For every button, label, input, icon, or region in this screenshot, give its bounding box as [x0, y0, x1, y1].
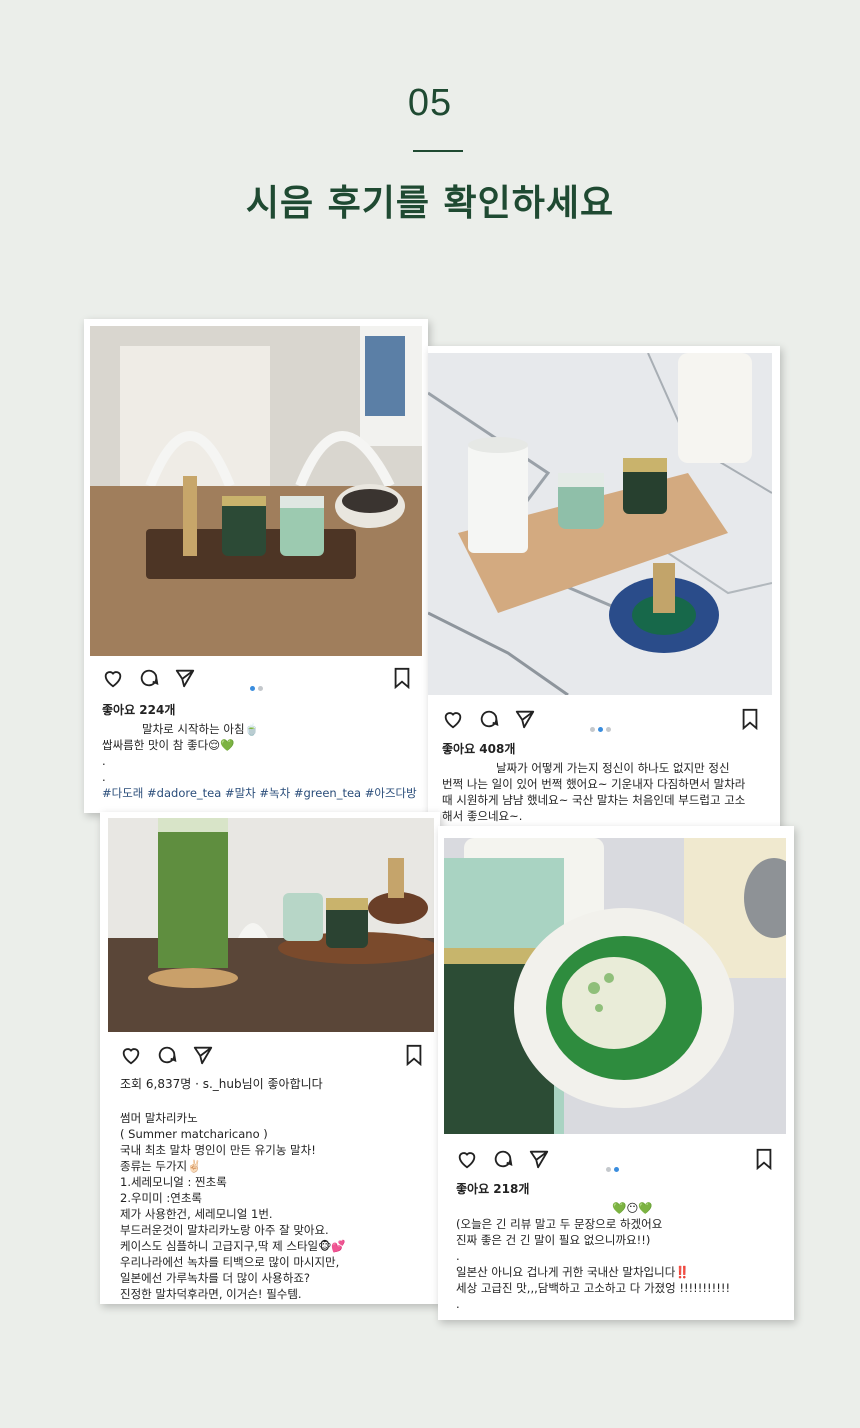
caption-line: 쌉싸름한 맛이 참 좋다😌💚	[102, 738, 235, 752]
hashtags[interactable]: #다도래 #dadore_tea #말차 #녹차 #green_tea #아즈다…	[102, 785, 417, 801]
comment-icon[interactable]	[492, 1148, 514, 1174]
caption-line: .	[456, 1297, 460, 1311]
review-photo-2	[428, 353, 772, 695]
caption-line: 종류는 두가지✌🏻	[120, 1159, 202, 1173]
comment-icon[interactable]	[138, 667, 160, 693]
caption-line: 진정한 말차덕후라면, 이거슨! 필수템.	[120, 1287, 302, 1301]
share-icon[interactable]	[528, 1148, 550, 1174]
caption-line: 진짜 좋은 건 긴 말이 필요 없으니까요!!)	[456, 1233, 651, 1247]
bookmark-icon[interactable]	[392, 667, 412, 693]
caption-line: 해서 좋으네요~.	[442, 809, 523, 823]
caption-line: 세상 고급진 맛,,,담백하고 고소하고 다 가졌엉 !!!!!!!!!!!	[456, 1281, 731, 1295]
caption-line: .	[102, 754, 106, 768]
caption-line: 말차로 시작하는 아침🍵	[142, 722, 259, 736]
bookmark-icon[interactable]	[404, 1044, 424, 1070]
review-card-3: 조회 6,837명 · s._hub님이 좋아합니다 썸머 말차리카노 ( Su…	[100, 812, 440, 1304]
carousel-dots	[590, 717, 614, 736]
review-photo-3	[108, 818, 434, 1032]
section-number: 05	[407, 82, 453, 124]
heart-icon[interactable]	[120, 1044, 142, 1070]
review-card-2: 좋아요 408개 날짜가 어떻게 가는지 정신이 하나도 없지만 정신 번쩍 나…	[428, 346, 780, 840]
bookmark-icon[interactable]	[740, 708, 760, 734]
caption-line: 우리나라에선 녹차를 티백으로 많이 마시지만,	[120, 1255, 340, 1269]
heart-icon[interactable]	[456, 1148, 478, 1174]
bookmark-icon[interactable]	[754, 1148, 774, 1174]
caption-line: 제가 사용한건, 세레모니얼 1번.	[120, 1207, 273, 1221]
likes-count: 좋아요 408개	[442, 742, 516, 756]
carousel-dots	[606, 1157, 622, 1176]
post-actions-3	[120, 1044, 430, 1070]
post-actions-4	[456, 1148, 776, 1174]
caption-line: 썸머 말차리카노	[120, 1111, 198, 1125]
comment-icon[interactable]	[478, 708, 500, 734]
heart-icon[interactable]	[442, 708, 464, 734]
caption-line: 번쩍 나는 일이 있어 번쩍 했어요~ 기운내자 다짐하면서 말차라	[442, 777, 746, 791]
post-actions-2	[442, 708, 762, 734]
caption-line: 1.세레모니얼 : 찐초록	[120, 1175, 227, 1189]
share-icon[interactable]	[514, 708, 536, 734]
divider	[413, 150, 463, 152]
share-icon[interactable]	[174, 667, 196, 693]
caption-line: 날짜가 어떻게 가는지 정신이 하나도 없지만 정신	[496, 761, 730, 775]
share-icon[interactable]	[192, 1044, 214, 1070]
caption-line: 케이스도 심플하니 고급지구,딱 제 스타일🐵💕	[120, 1239, 346, 1253]
caption-line: 때 시원하게 냠냠 했네요~ 국산 말차는 처음인데 부드럽고 고소	[442, 793, 746, 807]
caption-line: .	[456, 1249, 460, 1263]
views-count: 조회 6,837명 · s._hub님이 좋아합니다	[120, 1077, 323, 1091]
caption-line: 부드러운것이 말차리카노랑 아주 잘 맞아요.	[120, 1223, 329, 1237]
caption-line: 💚😶💚	[612, 1201, 653, 1215]
caption-line: 일본산 아니요 겁나게 귀한 국내산 말차입니다‼️	[456, 1265, 690, 1279]
caption-line: .	[102, 770, 106, 784]
caption-line: 국내 최초 말차 명인이 만든 유기농 말차!	[120, 1143, 316, 1157]
review-card-4: 좋아요 218개 💚😶💚 (오늘은 긴 리뷰 말고 두 문장으로 하겠어요 진짜…	[438, 826, 794, 1320]
carousel-dots	[250, 676, 266, 695]
review-photo-1	[90, 326, 422, 656]
section-title: 시음 후기를 확인하세요	[245, 182, 615, 224]
caption-line: ( Summer matcharicano )	[120, 1127, 268, 1141]
caption-line: 일본에선 가루녹차를 더 많이 사용하죠?	[120, 1271, 311, 1285]
likes-count: 좋아요 224개	[102, 703, 176, 717]
heart-icon[interactable]	[102, 667, 124, 693]
post-actions-1	[102, 667, 412, 693]
review-card-1: 좋아요 224개 말차로 시작하는 아침🍵 쌉싸름한 맛이 참 좋다😌💚 . .…	[84, 319, 428, 813]
caption-line: (오늘은 긴 리뷰 말고 두 문장으로 하겠어요	[456, 1217, 663, 1231]
comment-icon[interactable]	[156, 1044, 178, 1070]
review-photo-4	[444, 838, 786, 1134]
likes-count: 좋아요 218개	[456, 1182, 530, 1196]
caption-line: 2.우미미 :연초록	[120, 1191, 202, 1205]
